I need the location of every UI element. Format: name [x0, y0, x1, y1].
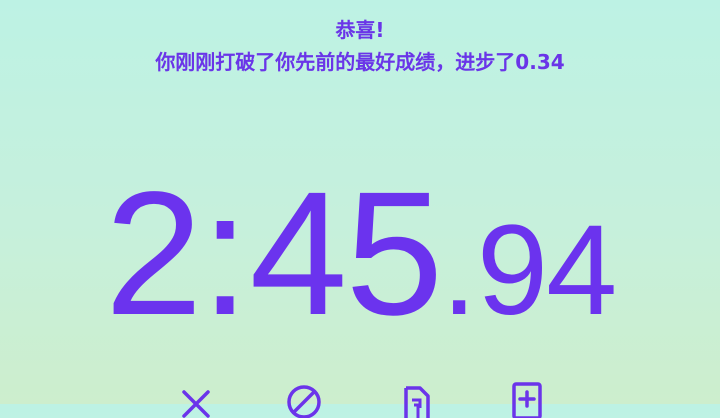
timer-seconds: 45	[249, 156, 444, 352]
close-icon	[182, 390, 210, 418]
dnf-button[interactable]	[284, 378, 324, 418]
plus-two-icon	[404, 386, 430, 418]
timer-hundredths: 94	[476, 199, 617, 342]
plus-two-button[interactable]	[398, 378, 438, 418]
delete-solve-button[interactable]	[176, 378, 216, 418]
solve-action-bar	[0, 378, 720, 418]
timer-dot: .	[441, 199, 477, 342]
dnf-icon	[287, 385, 321, 418]
personal-best-message: 你刚刚打破了你先前的最好成绩，进步了0.34	[155, 50, 565, 74]
timer-display[interactable]: 2:45.94	[0, 166, 720, 359]
congrats-title: 恭喜!	[335, 18, 385, 42]
timer-colon: :	[200, 156, 250, 352]
comment-button[interactable]	[508, 378, 548, 418]
timer-minutes: 2	[104, 156, 203, 352]
comment-icon	[512, 382, 542, 418]
result-banner: 恭喜! 你刚刚打破了你先前的最好成绩，进步了0.34	[0, 16, 720, 76]
